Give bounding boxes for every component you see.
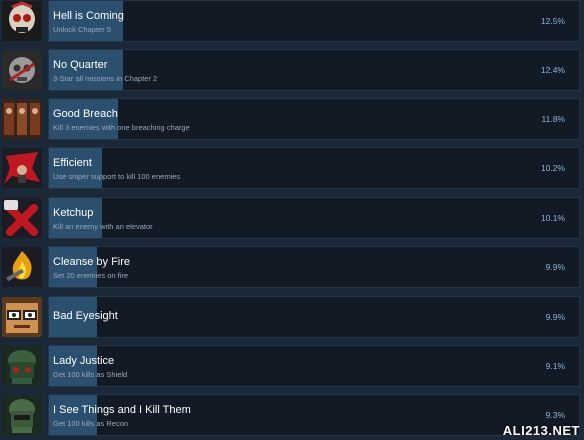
grey-skull-icon (2, 50, 42, 90)
ketchup-icon (2, 198, 42, 238)
achievement-percent: 12.4% (540, 65, 565, 75)
achievement-title: No Quarter (53, 59, 108, 71)
progress-bar: I See Things and I Kill Them Get 100 kil… (48, 394, 580, 436)
achievement-percent: 12.5% (540, 16, 565, 26)
sniper-icon (2, 148, 42, 188)
achievement-title: Efficient (53, 157, 92, 169)
achievement-percent: 9.9% (545, 312, 565, 322)
achievement-title: Hell is Coming (53, 10, 124, 22)
achievement-row[interactable]: Cleanse by Fire Set 20 enemies on fire 9… (0, 246, 584, 292)
achievement-description: Unlock Chapter 5 (53, 25, 111, 34)
fire-icon (2, 247, 42, 287)
achievement-row[interactable]: No Quarter 3-Star all missions in Chapte… (0, 49, 584, 95)
achievement-row[interactable]: I See Things and I Kill Them Get 100 kil… (0, 394, 584, 440)
achievement-title: Bad Eyesight (53, 310, 118, 322)
progress-bar: Lady Justice Get 100 kills as Shield 9.1… (48, 345, 580, 387)
achievement-row[interactable]: Efficient Use sniper support to kill 100… (0, 147, 584, 193)
achievement-row[interactable]: Hell is Coming Unlock Chapter 5 12.5% (0, 0, 584, 46)
achievement-percent: 9.3% (545, 410, 565, 420)
skull-icon (2, 1, 42, 41)
watermark: ALI213.NET (502, 423, 580, 438)
achievement-percent: 10.1% (540, 213, 565, 223)
achievement-title: Ketchup (53, 207, 94, 219)
achievement-description: Set 20 enemies on fire (53, 271, 129, 280)
achievement-description: Kill 3 enemies with one breaching charge (53, 123, 190, 132)
achievement-description: Use sniper support to kill 100 enemies (53, 172, 181, 181)
recon-soldier-icon (2, 395, 42, 435)
achievement-row[interactable]: Bad Eyesight 9.9% (0, 296, 584, 342)
progress-bar: Bad Eyesight 9.9% (48, 296, 580, 338)
achievement-title: Cleanse by Fire (53, 256, 131, 268)
achievement-description: Kill an enemy with an elevator (53, 222, 153, 231)
progress-bar: Cleanse by Fire Set 20 enemies on fire 9… (48, 246, 580, 288)
glasses-face-icon (2, 297, 42, 337)
achievement-list: Hell is Coming Unlock Chapter 5 12.5% No… (0, 0, 584, 440)
achievement-description: Get 100 kills as Recon (53, 419, 129, 428)
progress-bar: Ketchup Kill an enemy with an elevator 1… (48, 197, 580, 239)
progress-bar: No Quarter 3-Star all missions in Chapte… (48, 49, 580, 91)
achievement-row[interactable]: Lady Justice Get 100 kills as Shield 9.1… (0, 345, 584, 391)
door-breach-icon (2, 99, 42, 139)
shield-soldier-icon (2, 346, 42, 386)
achievement-description: Get 100 kills as Shield (53, 370, 128, 379)
achievement-title: Good Breach (53, 108, 118, 120)
achievement-row[interactable]: Good Breach Kill 3 enemies with one brea… (0, 98, 584, 144)
achievement-percent: 11.8% (541, 114, 565, 124)
achievement-title: Lady Justice (53, 355, 115, 367)
progress-bar: Efficient Use sniper support to kill 100… (48, 147, 580, 189)
achievement-percent: 10.2% (540, 163, 565, 173)
achievement-description: 3-Star all missions in Chapter 2 (53, 74, 158, 83)
achievement-percent: 9.1% (545, 361, 565, 371)
achievement-row[interactable]: Ketchup Kill an enemy with an elevator 1… (0, 197, 584, 243)
progress-bar: Hell is Coming Unlock Chapter 5 12.5% (48, 0, 580, 42)
progress-bar: Good Breach Kill 3 enemies with one brea… (48, 98, 580, 140)
achievement-title: I See Things and I Kill Them (53, 404, 191, 416)
achievement-percent: 9.9% (545, 262, 565, 272)
